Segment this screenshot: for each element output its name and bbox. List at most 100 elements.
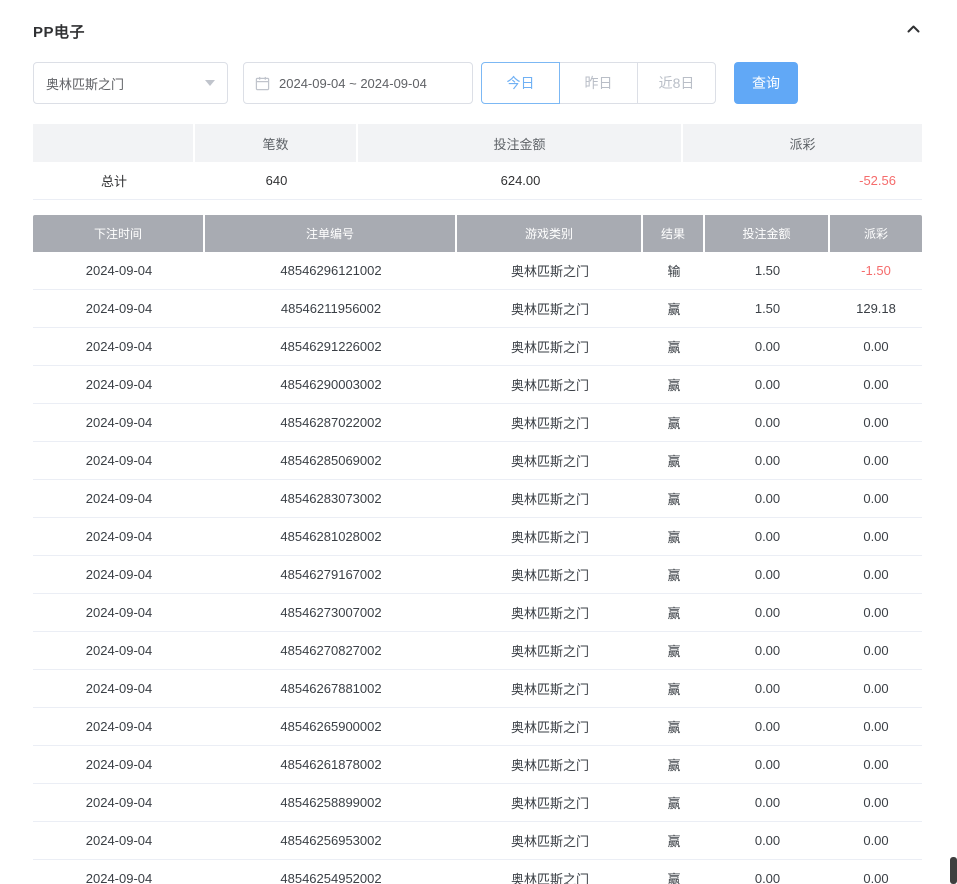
table-header-cell: 注单编号: [205, 215, 457, 252]
chevron-up-icon: [905, 21, 922, 42]
table-header-cell: 投注金额: [705, 215, 830, 252]
result-cell: 赢: [643, 784, 705, 822]
bet-amount-cell: 0.00: [705, 328, 830, 366]
payout-cell: 0.00: [830, 518, 922, 556]
search-button[interactable]: 查询: [734, 62, 798, 104]
order-id-cell: 48546265900002: [205, 708, 457, 746]
summary-header-row: 笔数投注金额派彩: [33, 124, 922, 162]
table-row: 2024-09-0448546285069002奥林匹斯之门赢0.000.00: [33, 442, 922, 480]
payout-cell: 0.00: [830, 746, 922, 784]
payout-cell: 0.00: [830, 670, 922, 708]
result-cell: 赢: [643, 860, 705, 884]
result-cell: 赢: [643, 366, 705, 404]
bet-time-cell: 2024-09-04: [33, 822, 205, 860]
result-cell: 赢: [643, 556, 705, 594]
result-cell: 输: [643, 252, 705, 290]
result-cell: 赢: [643, 670, 705, 708]
summary-header-cell: 派彩: [683, 124, 922, 162]
bet-time-cell: 2024-09-04: [33, 366, 205, 404]
game-type-cell: 奥林匹斯之门: [457, 556, 643, 594]
table-header-cell: 游戏类别: [457, 215, 643, 252]
table-row: 2024-09-0448546273007002奥林匹斯之门赢0.000.00: [33, 594, 922, 632]
bet-amount-cell: 0.00: [705, 442, 830, 480]
bet-time-cell: 2024-09-04: [33, 252, 205, 290]
table-row: 2024-09-0448546296121002奥林匹斯之门输1.50-1.50: [33, 252, 922, 290]
game-type-cell: 奥林匹斯之门: [457, 480, 643, 518]
payout-cell: 0.00: [830, 594, 922, 632]
summary-header-cell: 笔数: [195, 124, 358, 162]
quick-range-yesterday-button[interactable]: 昨日: [559, 62, 638, 104]
bet-time-cell: 2024-09-04: [33, 290, 205, 328]
game-type-cell: 奥林匹斯之门: [457, 746, 643, 784]
quick-range-group: 今日 昨日 近8日: [481, 62, 716, 104]
scrollbar-thumb[interactable]: [950, 857, 957, 884]
collapse-panel-button[interactable]: [905, 21, 922, 42]
game-select[interactable]: 奥林匹斯之门: [33, 62, 228, 104]
bet-time-cell: 2024-09-04: [33, 594, 205, 632]
bet-amount-cell: 0.00: [705, 784, 830, 822]
table-row: 2024-09-0448546261878002奥林匹斯之门赢0.000.00: [33, 746, 922, 784]
table-row: 2024-09-0448546283073002奥林匹斯之门赢0.000.00: [33, 480, 922, 518]
payout-cell: 0.00: [830, 556, 922, 594]
game-type-cell: 奥林匹斯之门: [457, 822, 643, 860]
game-type-cell: 奥林匹斯之门: [457, 632, 643, 670]
order-id-cell: 48546267881002: [205, 670, 457, 708]
bet-amount-cell: 1.50: [705, 290, 830, 328]
game-type-cell: 奥林匹斯之门: [457, 594, 643, 632]
bet-amount-cell: 1.50: [705, 252, 830, 290]
summary-count-cell: 640: [195, 162, 358, 200]
order-id-cell: 48546287022002: [205, 404, 457, 442]
bet-amount-cell: 0.00: [705, 822, 830, 860]
payout-cell: 0.00: [830, 860, 922, 884]
bet-amount-cell: 0.00: [705, 746, 830, 784]
result-cell: 赢: [643, 594, 705, 632]
game-type-cell: 奥林匹斯之门: [457, 708, 643, 746]
bet-time-cell: 2024-09-04: [33, 442, 205, 480]
game-type-cell: 奥林匹斯之门: [457, 366, 643, 404]
game-type-cell: 奥林匹斯之门: [457, 290, 643, 328]
summary-label-cell: 总计: [33, 162, 195, 200]
table-row: 2024-09-0448546270827002奥林匹斯之门赢0.000.00: [33, 632, 922, 670]
table-row: 2024-09-0448546291226002奥林匹斯之门赢0.000.00: [33, 328, 922, 366]
bet-records-table: 下注时间注单编号游戏类别结果投注金额派彩 2024-09-04485462961…: [33, 215, 922, 884]
quick-range-today-button[interactable]: 今日: [481, 62, 560, 104]
result-cell: 赢: [643, 822, 705, 860]
order-id-cell: 48546270827002: [205, 632, 457, 670]
calendar-icon: [255, 76, 270, 91]
result-cell: 赢: [643, 442, 705, 480]
bet-amount-cell: 0.00: [705, 518, 830, 556]
order-id-cell: 48546291226002: [205, 328, 457, 366]
table-row: 2024-09-0448546256953002奥林匹斯之门赢0.000.00: [33, 822, 922, 860]
game-type-cell: 奥林匹斯之门: [457, 252, 643, 290]
bet-time-cell: 2024-09-04: [33, 556, 205, 594]
result-cell: 赢: [643, 518, 705, 556]
summary-bet-amount-cell: 624.00: [358, 162, 683, 200]
payout-cell: 0.00: [830, 404, 922, 442]
table-row: 2024-09-0448546267881002奥林匹斯之门赢0.000.00: [33, 670, 922, 708]
table-header-cell: 结果: [643, 215, 705, 252]
result-cell: 赢: [643, 290, 705, 328]
order-id-cell: 48546261878002: [205, 746, 457, 784]
bet-time-cell: 2024-09-04: [33, 784, 205, 822]
result-cell: 赢: [643, 746, 705, 784]
quick-range-last8days-button[interactable]: 近8日: [637, 62, 716, 104]
chevron-down-icon: [205, 80, 215, 86]
bet-amount-cell: 0.00: [705, 556, 830, 594]
bet-time-cell: 2024-09-04: [33, 328, 205, 366]
payout-cell: 0.00: [830, 632, 922, 670]
payout-cell: 0.00: [830, 784, 922, 822]
result-cell: 赢: [643, 708, 705, 746]
game-type-cell: 奥林匹斯之门: [457, 328, 643, 366]
table-row: 2024-09-0448546290003002奥林匹斯之门赢0.000.00: [33, 366, 922, 404]
result-cell: 赢: [643, 404, 705, 442]
date-range-input[interactable]: 2024-09-04 ~ 2024-09-04: [243, 62, 473, 104]
bet-amount-cell: 0.00: [705, 594, 830, 632]
game-type-cell: 奥林匹斯之门: [457, 518, 643, 556]
summary-payout-cell: -52.56: [683, 162, 922, 200]
bet-amount-cell: 0.00: [705, 366, 830, 404]
bet-time-cell: 2024-09-04: [33, 404, 205, 442]
bet-time-cell: 2024-09-04: [33, 518, 205, 556]
summary-table: 笔数投注金额派彩 总计640624.00-52.56: [33, 124, 922, 200]
bet-time-cell: 2024-09-04: [33, 860, 205, 884]
result-cell: 赢: [643, 632, 705, 670]
